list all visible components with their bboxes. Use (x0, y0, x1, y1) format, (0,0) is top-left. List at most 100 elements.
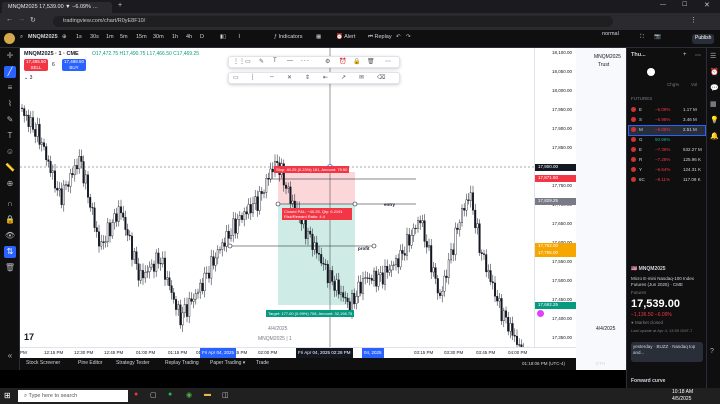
ruler-icon[interactable]: 📏 (4, 162, 16, 174)
interval-15m[interactable]: 15m (136, 34, 147, 40)
back-icon[interactable]: ← (6, 16, 13, 23)
col-chg[interactable]: Chg% (667, 82, 679, 87)
watchlist-row[interactable]: Y −6.64% 124.31 K (629, 166, 705, 175)
text-icon[interactable]: T (4, 130, 16, 142)
watchlist-icon[interactable]: ☰ (710, 52, 716, 60)
indicators-button[interactable]: ƒ Indicators (274, 34, 302, 40)
compare-icon[interactable]: ⌇ (238, 34, 241, 40)
watchlist-avatar[interactable] (647, 68, 655, 76)
panel-item-symbol[interactable]: MNQM2025 (594, 54, 621, 60)
line-style-icon[interactable]: - - - (301, 58, 309, 64)
arrow-icon[interactable]: ↗ (341, 74, 346, 81)
vertical-line-icon[interactable]: ┆ (251, 74, 255, 81)
tradingview-logo[interactable]: 17 (24, 332, 34, 342)
buy-button[interactable]: 17,488.50 BUY (62, 59, 86, 71)
layout-name[interactable]: normal (602, 31, 619, 37)
lock-icon[interactable]: 🔒 (4, 214, 16, 226)
text-color-icon[interactable]: T (273, 58, 277, 64)
lock-drawing-icon[interactable]: 🔒 (353, 58, 360, 65)
line-width-icon[interactable]: — (287, 58, 293, 64)
tab-replay-trading[interactable]: Replay Trading (165, 360, 199, 366)
zoom-icon[interactable]: ⊕ (4, 178, 16, 190)
help-icon[interactable]: ? (710, 348, 714, 355)
browser-tab[interactable]: MNQM2025 17,539.00 ▼ −6.09% … (2, 2, 112, 13)
undo-icon[interactable]: ↶ (396, 34, 401, 40)
tab-paper-trading[interactable]: Paper Trading ▾ (210, 360, 245, 366)
cross-icon[interactable]: ✕ (287, 74, 292, 81)
avatar[interactable] (4, 33, 15, 44)
watchlist-more-icon[interactable]: ⋯ (695, 52, 701, 59)
new-tab-icon[interactable]: + (118, 2, 122, 9)
tab-pine-editor[interactable]: Pine Editor (78, 360, 102, 366)
chart-canvas[interactable]: MNQM2025 · 1 · CME O17,472.75 H17,490.75… (20, 48, 534, 353)
symbol-search-icon[interactable]: ⌕ (20, 34, 23, 41)
interval-d[interactable]: D (200, 34, 204, 40)
redo-icon[interactable]: ↷ (406, 34, 411, 40)
date-range-icon[interactable]: ⇤ (323, 74, 328, 81)
interval-1h[interactable]: 1h (172, 34, 178, 40)
symbol-button[interactable]: MNQM2025 (28, 34, 58, 40)
scale-marker-icon[interactable] (537, 310, 544, 317)
taskbar-app-icon-3[interactable]: ◫ (222, 391, 229, 399)
pencil-icon[interactable]: ✎ (259, 58, 264, 65)
price-range-icon[interactable]: ⇕ (305, 74, 310, 81)
candlestick-chart[interactable] (20, 48, 534, 353)
templates-icon[interactable]: ▦ (316, 34, 321, 40)
watchlist-row[interactable]: G 50.96% (629, 136, 705, 145)
interval-1m-b[interactable]: 30s (90, 34, 99, 40)
panel-item-trust[interactable]: Trust (598, 62, 609, 68)
maximize-icon[interactable]: ☐ (682, 1, 687, 8)
fullscreen-icon[interactable]: ⛶ (640, 34, 644, 41)
tab-trade[interactable]: Trade (256, 360, 269, 366)
drag-handle-icon[interactable]: ⋮⋮ (233, 58, 245, 65)
replay-button[interactable]: ⏮ Replay (368, 34, 392, 41)
indicator-toggle[interactable]: ⌄ 3 (24, 75, 32, 81)
sell-button[interactable]: 17,485.50 SELL (24, 59, 48, 71)
trash-icon[interactable]: 🗑 (4, 262, 16, 274)
taskbar-search-box[interactable]: ⌕ Type here to search (18, 390, 128, 402)
note-icon[interactable]: ✉ (359, 74, 364, 81)
alert-button[interactable]: ⏰ Alert (336, 34, 355, 40)
alert-add-icon[interactable]: ⏰ (339, 58, 346, 65)
folder-icon[interactable]: ▬ (204, 391, 211, 398)
watchlist-row[interactable]: M −6.09% 2.51 M (628, 125, 706, 136)
url-field[interactable]: tradingview.com/chart/R0yE8F10/ (53, 16, 613, 27)
tab-stock-screener[interactable]: Stock Screener (26, 360, 60, 366)
measure-icon[interactable]: ⇔ (269, 74, 275, 80)
watchlist-title[interactable]: Thu... (631, 52, 646, 58)
watchlist-row[interactable]: E −6.09% 1.17 M (629, 106, 705, 115)
watchlist-row[interactable]: E −7.36% 532.27 M (629, 146, 705, 155)
interval-30m[interactable]: 30m (153, 34, 164, 40)
pattern-icon[interactable]: ⌇ (4, 98, 16, 110)
time-axis[interactable]: PM 12:15 PM 12:30 PM 12:45 PM 01:00 PM 01:15 … (20, 347, 576, 358)
taskbar-app-icon-2[interactable]: ▢ (150, 391, 157, 399)
snapshot-icon[interactable]: 📷 (654, 34, 661, 40)
eye-icon[interactable]: 👁 (4, 230, 16, 242)
watchlist-row[interactable]: S −5.98% 3.46 M (629, 116, 705, 125)
order-qty[interactable]: 6 (52, 62, 55, 68)
add-watchlist-icon[interactable]: + (683, 52, 687, 58)
publish-button[interactable]: Publish (692, 34, 715, 44)
interval-1m[interactable]: 1m (106, 34, 114, 40)
close-window-icon[interactable]: ✕ (704, 1, 710, 9)
chrome-icon[interactable]: ◉ (186, 391, 192, 399)
position-pnl-label[interactable]: Closed P&L: −40.25, Qty: 6.2191 Risk/Rew… (282, 208, 352, 220)
section-futures[interactable]: FUTURES (631, 96, 652, 101)
forward-icon[interactable]: → (18, 16, 25, 23)
collapse-icon[interactable]: « (4, 350, 16, 362)
interval-5m[interactable]: 5m (120, 34, 128, 40)
minimize-icon[interactable]: — (660, 2, 666, 8)
long-position-icon[interactable]: ⇅ (4, 246, 16, 258)
watchlist-row[interactable]: 6C −8.11% 117.09 K (629, 176, 705, 185)
crosshair-icon[interactable]: ✛ (4, 50, 16, 62)
tab-strategy-tester[interactable]: Strategy Tester (116, 360, 150, 366)
fib-icon[interactable]: ≡ (4, 82, 16, 94)
reload-icon[interactable]: ↻ (30, 16, 36, 24)
settings-icon[interactable]: ⚙ (325, 58, 330, 65)
interval-1s[interactable]: 1s (76, 34, 82, 40)
delete-icon[interactable]: 🗑 (367, 58, 375, 65)
chat-icon[interactable]: 💬 (710, 84, 719, 92)
price-scale[interactable]: 18,100.00 18,050.00 18,000.00 17,950.00 17,9… (534, 48, 576, 353)
col-vol[interactable]: Vol (691, 82, 697, 87)
calendar-icon[interactable]: ▦ (710, 100, 717, 108)
